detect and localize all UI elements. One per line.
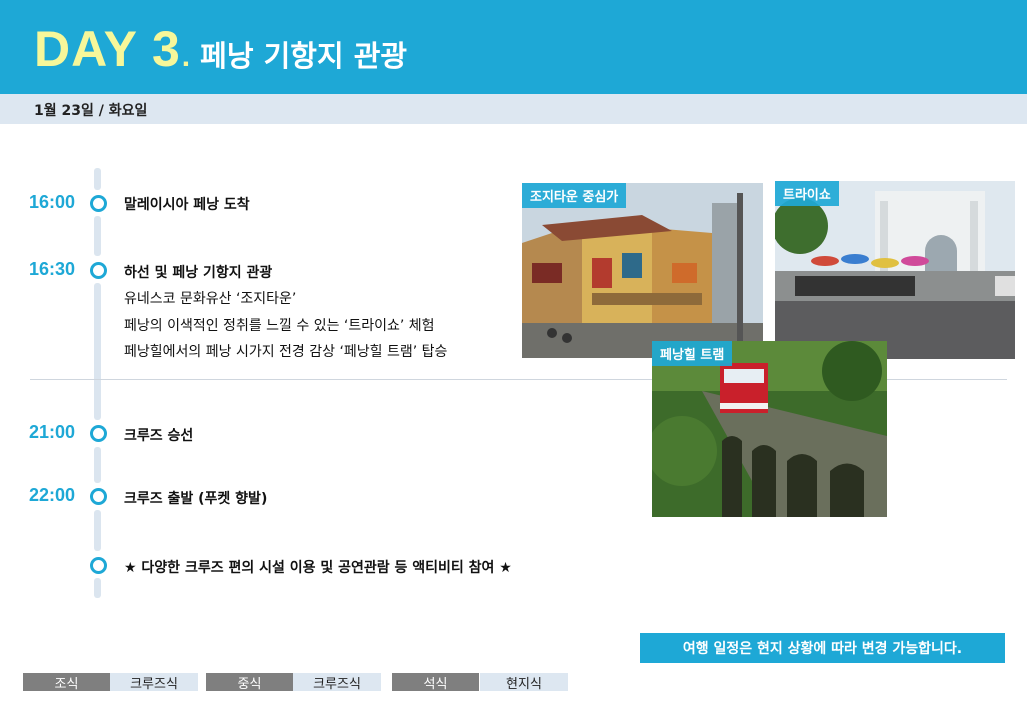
meal-label: 조식 [23, 673, 110, 692]
event-title: 말레이시아 페낭 도착 [124, 197, 250, 213]
date-label: 1월 23일 / 화요일 [34, 103, 148, 119]
timeline-dot [90, 262, 107, 279]
header-banner: DAY 3 . 페낭 기항지 관광 [0, 0, 1027, 94]
meal-value: 현지식 [480, 673, 568, 692]
photo-caption: 트라이쇼 [775, 181, 839, 206]
timeline-dot [90, 425, 107, 442]
timeline-segment [94, 283, 101, 420]
date-bar: 1월 23일 / 화요일 [0, 94, 1027, 124]
event-detail: 페낭힐에서의 페낭 시가지 전경 감상 ‘페낭힐 트램’ 탑승 [124, 344, 448, 360]
timeline-segment [94, 216, 101, 256]
photo-caption: 조지타운 중심가 [522, 183, 627, 208]
event-detail: 페낭의 이색적인 정취를 느낄 수 있는 ‘트라이쇼’ 체험 [124, 318, 435, 334]
timeline-segment [94, 168, 101, 190]
meal-value: 크루즈식 [110, 673, 198, 692]
timeline-dot [90, 195, 107, 212]
photo-caption: 페낭힐 트램 [652, 341, 733, 366]
event-title: 크루즈 승선 [124, 428, 194, 444]
trishaw-photo: 트라이쇼 [775, 181, 1015, 359]
meal-label: 중식 [206, 673, 293, 692]
time-label: 16:30 [29, 259, 76, 279]
time-label: 16:00 [29, 192, 76, 212]
day-subtitle: 페낭 기항지 관광 [200, 39, 408, 73]
timeline-segment [94, 510, 101, 551]
timeline-segment [94, 447, 101, 483]
timeline-segment [94, 578, 101, 598]
event-title: ★ 다양한 크루즈 편의 시설 이용 및 공연관람 등 액티비티 참여 ★ [124, 560, 512, 576]
event-detail: 유네스코 문화유산 ‘조지타운’ [124, 291, 297, 307]
day-number: 3 [151, 21, 180, 77]
meal-label: 석식 [392, 673, 479, 692]
meal-value: 크루즈식 [293, 673, 381, 692]
tram-photo: 페낭힐 트램 [652, 341, 887, 517]
event-title: 크루즈 출발 (푸켓 향발) [124, 491, 268, 507]
humanlife-logo [842, 28, 992, 70]
timeline-dot [90, 557, 107, 574]
day-word: DAY [34, 21, 138, 77]
time-label: 22:00 [29, 485, 76, 505]
timeline-dot [90, 488, 107, 505]
time-label: 21:00 [29, 422, 76, 442]
georgetown-photo: 조지타운 중심가 [522, 183, 763, 358]
notice-banner: 여행 일정은 현지 상황에 따라 변경 가능합니다. [640, 633, 1005, 663]
page-title: DAY 3 . 페낭 기항지 관광 [34, 20, 407, 78]
day-dot: . [181, 40, 191, 73]
event-title: 하선 및 페낭 기항지 관광 [124, 265, 273, 281]
